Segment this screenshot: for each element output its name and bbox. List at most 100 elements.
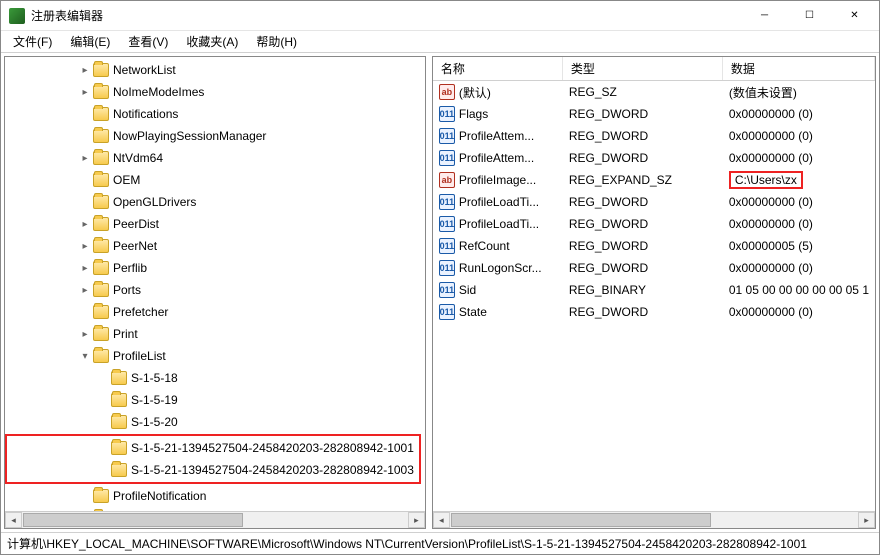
- tree-item-label: Print: [113, 327, 138, 341]
- list-row[interactable]: 011ProfileLoadTi...REG_DWORD0x00000000 (…: [433, 213, 875, 235]
- tree-item[interactable]: PeerNet: [5, 235, 425, 257]
- folder-icon: [111, 393, 127, 407]
- tree-item[interactable]: OEM: [5, 169, 425, 191]
- minimize-button[interactable]: ─: [742, 1, 787, 31]
- folder-icon: [93, 107, 109, 121]
- folder-icon: [93, 195, 109, 209]
- value-name: ProfileAttem...: [459, 151, 534, 165]
- menu-edit[interactable]: 编辑(E): [62, 31, 118, 52]
- chevron-right-icon[interactable]: [77, 87, 93, 98]
- value-type: REG_BINARY: [563, 283, 723, 297]
- col-header-name[interactable]: 名称: [433, 57, 563, 80]
- chevron-right-icon[interactable]: [77, 285, 93, 296]
- tree-item[interactable]: NetworkList: [5, 59, 425, 81]
- value-type: REG_DWORD: [563, 239, 723, 253]
- tree-item[interactable]: S-1-5-19: [5, 389, 425, 411]
- tree-item-label: S-1-5-21-1394527504-2458420203-282808942…: [131, 463, 414, 477]
- tree-item[interactable]: Perflib: [5, 257, 425, 279]
- tree-pane: NetworkListNoImeModeImesNotificationsNow…: [4, 56, 426, 529]
- reg-binary-icon: 011: [439, 282, 455, 298]
- value-name: ProfileAttem...: [459, 129, 534, 143]
- chevron-right-icon[interactable]: [77, 65, 93, 76]
- value-type: REG_DWORD: [563, 217, 723, 231]
- folder-icon: [93, 283, 109, 297]
- tree-highlight-box: S-1-5-21-1394527504-2458420203-282808942…: [5, 434, 421, 484]
- chevron-right-icon[interactable]: [77, 329, 93, 340]
- tree-item-label: OEM: [113, 173, 140, 187]
- chevron-right-icon[interactable]: [77, 153, 93, 164]
- tree-item[interactable]: S-1-5-20: [5, 411, 425, 433]
- menu-file[interactable]: 文件(F): [5, 31, 60, 52]
- tree-item[interactable]: S-1-5-18: [5, 367, 425, 389]
- menu-fav[interactable]: 收藏夹(A): [178, 31, 246, 52]
- folder-icon: [111, 441, 127, 455]
- col-header-data[interactable]: 数据: [723, 57, 875, 80]
- list-row[interactable]: 011ProfileLoadTi...REG_DWORD0x00000000 (…: [433, 191, 875, 213]
- tree-hscrollbar[interactable]: ◂ ▸: [5, 511, 425, 528]
- registry-tree[interactable]: NetworkListNoImeModeImesNotificationsNow…: [5, 57, 425, 511]
- tree-item[interactable]: NtVdm64: [5, 147, 425, 169]
- menu-help[interactable]: 帮助(H): [248, 31, 305, 52]
- list-row[interactable]: 011StateREG_DWORD0x00000000 (0): [433, 301, 875, 323]
- col-header-type[interactable]: 类型: [563, 57, 723, 80]
- tree-item[interactable]: ProfileNotification: [5, 485, 425, 507]
- folder-icon: [93, 489, 109, 503]
- scroll-left-icon[interactable]: ◂: [433, 512, 450, 528]
- tree-item-label: NtVdm64: [113, 151, 163, 165]
- chevron-right-icon[interactable]: [77, 241, 93, 252]
- window-title: 注册表编辑器: [31, 7, 103, 24]
- scroll-right-icon[interactable]: ▸: [858, 512, 875, 528]
- chevron-right-icon[interactable]: [77, 219, 93, 230]
- folder-icon: [93, 173, 109, 187]
- status-path: 计算机\HKEY_LOCAL_MACHINE\SOFTWARE\Microsof…: [7, 535, 807, 552]
- tree-item[interactable]: NowPlayingSessionManager: [5, 125, 425, 147]
- list-row[interactable]: 011RefCountREG_DWORD0x00000005 (5): [433, 235, 875, 257]
- folder-icon: [111, 463, 127, 477]
- value-type: REG_DWORD: [563, 151, 723, 165]
- tree-item-label: S-1-5-19: [131, 393, 178, 407]
- list-row[interactable]: 011RunLogonScr...REG_DWORD0x00000000 (0): [433, 257, 875, 279]
- tree-item[interactable]: Ports: [5, 279, 425, 301]
- tree-item[interactable]: NoImeModeImes: [5, 81, 425, 103]
- tree-item-label: ProfileList: [113, 349, 166, 363]
- scroll-left-icon[interactable]: ◂: [5, 512, 22, 528]
- tree-item-label: Perflib: [113, 261, 147, 275]
- list-row[interactable]: 011FlagsREG_DWORD0x00000000 (0): [433, 103, 875, 125]
- values-list[interactable]: ab(默认)REG_SZ(数值未设置)011FlagsREG_DWORD0x00…: [433, 81, 875, 511]
- tree-item-label: OpenGLDrivers: [113, 195, 196, 209]
- scroll-right-icon[interactable]: ▸: [408, 512, 425, 528]
- list-hscrollbar[interactable]: ◂ ▸: [433, 511, 875, 528]
- tree-item[interactable]: OpenGLDrivers: [5, 191, 425, 213]
- tree-item[interactable]: S-1-5-21-1394527504-2458420203-282808942…: [7, 437, 419, 459]
- list-row[interactable]: 011ProfileAttem...REG_DWORD0x00000000 (0…: [433, 147, 875, 169]
- value-type: REG_SZ: [563, 85, 723, 99]
- value-data: 01 05 00 00 00 00 00 05 1: [723, 283, 875, 297]
- tree-item-label: Prefetcher: [113, 305, 168, 319]
- tree-item[interactable]: related.desc: [5, 507, 425, 511]
- tree-item[interactable]: ProfileList: [5, 345, 425, 367]
- tree-item[interactable]: Prefetcher: [5, 301, 425, 323]
- menu-view[interactable]: 查看(V): [120, 31, 176, 52]
- maximize-button[interactable]: ☐: [787, 1, 832, 31]
- tree-item[interactable]: Notifications: [5, 103, 425, 125]
- value-data: 0x00000000 (0): [723, 305, 875, 319]
- list-row[interactable]: abProfileImage...REG_EXPAND_SZC:\Users\z…: [433, 169, 875, 191]
- value-type: REG_EXPAND_SZ: [563, 173, 723, 187]
- list-row[interactable]: ab(默认)REG_SZ(数值未设置): [433, 81, 875, 103]
- list-row[interactable]: 011ProfileAttem...REG_DWORD0x00000000 (0…: [433, 125, 875, 147]
- tree-item-label: PeerDist: [113, 217, 159, 231]
- value-name: Flags: [459, 107, 488, 121]
- list-row[interactable]: 011SidREG_BINARY01 05 00 00 00 00 00 05 …: [433, 279, 875, 301]
- regedit-icon: [9, 8, 25, 24]
- tree-item[interactable]: S-1-5-21-1394527504-2458420203-282808942…: [7, 459, 419, 481]
- chevron-down-icon[interactable]: [77, 351, 93, 362]
- menubar: 文件(F) 编辑(E) 查看(V) 收藏夹(A) 帮助(H): [1, 31, 879, 53]
- value-name: ProfileLoadTi...: [459, 217, 539, 231]
- chevron-right-icon[interactable]: [77, 263, 93, 274]
- close-button[interactable]: ✕: [832, 1, 877, 31]
- folder-icon: [93, 85, 109, 99]
- tree-item[interactable]: Print: [5, 323, 425, 345]
- tree-item[interactable]: PeerDist: [5, 213, 425, 235]
- value-data: 0x00000005 (5): [723, 239, 875, 253]
- folder-icon: [111, 371, 127, 385]
